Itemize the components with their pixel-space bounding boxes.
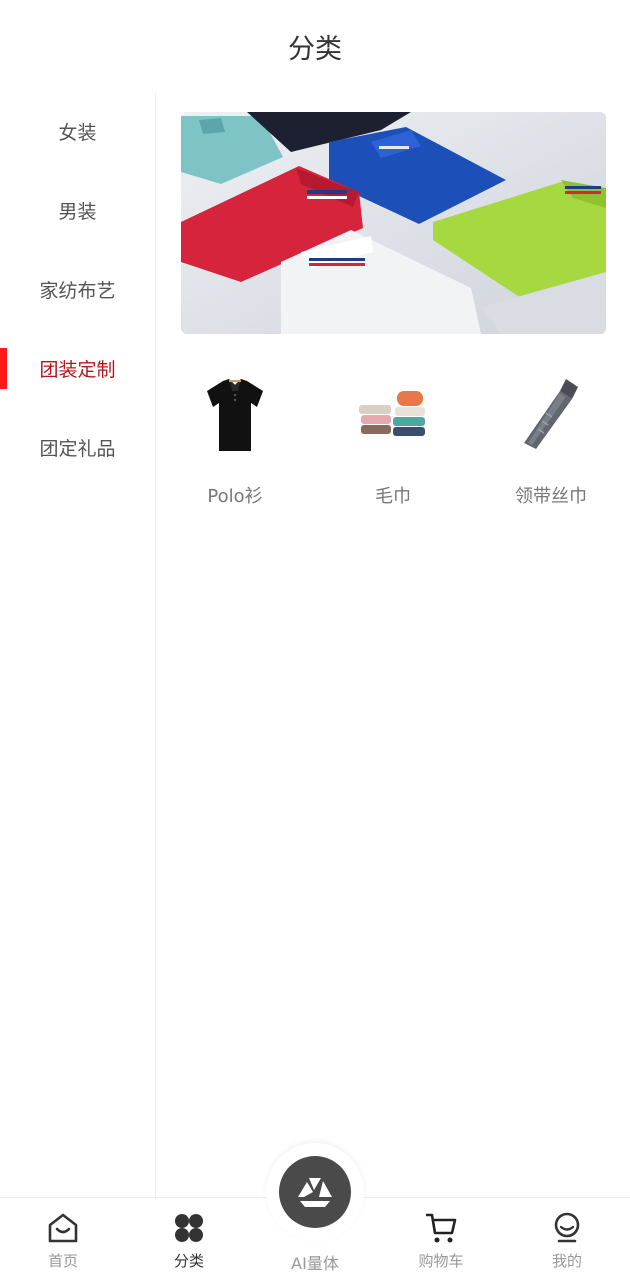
folded-polo-shirts-photo bbox=[181, 112, 606, 334]
sidebar-item-label: 团定礼品 bbox=[39, 438, 116, 460]
category-sidebar: 女装 男装 家纺布艺 团装定制 团定礼品 bbox=[0, 92, 156, 1198]
cart-icon bbox=[423, 1210, 459, 1246]
ai-measure-button[interactable] bbox=[266, 1143, 364, 1241]
subcategory-towels[interactable]: 毛巾 bbox=[314, 370, 472, 508]
polo-shirt-icon bbox=[195, 370, 275, 460]
tab-label: 购物车 bbox=[418, 1252, 464, 1270]
subcategory-ties[interactable]: 领带丝巾 bbox=[472, 370, 630, 508]
active-indicator bbox=[0, 348, 7, 389]
page-title: 分类 bbox=[288, 33, 342, 65]
tab-label: 首页 bbox=[47, 1252, 78, 1270]
tie-icon bbox=[511, 370, 591, 460]
sidebar-item-label: 男装 bbox=[58, 201, 97, 223]
subcategory-label: Polo衫 bbox=[207, 486, 263, 507]
sidebar-item-home-textiles[interactable]: 家纺布艺 bbox=[0, 250, 155, 329]
ai-measure-label: AI量体 bbox=[291, 1254, 339, 1273]
banner-image[interactable] bbox=[181, 112, 606, 334]
sidebar-item-group-gifts[interactable]: 团定礼品 bbox=[0, 408, 155, 487]
sidebar-item-label: 团装定制 bbox=[39, 359, 116, 381]
subcategory-grid: Polo衫 毛巾 领带丝巾 bbox=[156, 370, 630, 508]
subcategory-label: 毛巾 bbox=[375, 486, 411, 507]
tab-category[interactable]: 分类 bbox=[126, 1198, 252, 1280]
sidebar-item-group-custom[interactable]: 团装定制 bbox=[0, 329, 155, 408]
sidebar-item-label: 女装 bbox=[58, 122, 97, 144]
tab-home[interactable]: 首页 bbox=[0, 1198, 126, 1280]
subcategory-label: 领带丝巾 bbox=[515, 486, 587, 507]
subcategory-polo[interactable]: Polo衫 bbox=[156, 370, 314, 508]
sidebar-item-mens[interactable]: 男装 bbox=[0, 171, 155, 250]
tab-profile[interactable]: 我的 bbox=[504, 1198, 630, 1280]
sidebar-item-womens[interactable]: 女装 bbox=[0, 92, 155, 171]
tab-label: 分类 bbox=[173, 1252, 204, 1270]
category-grid-icon bbox=[171, 1210, 207, 1246]
towels-icon bbox=[353, 370, 433, 460]
top-header: 分类 bbox=[0, 0, 630, 92]
home-icon bbox=[45, 1210, 81, 1246]
sidebar-item-label: 家纺布艺 bbox=[39, 280, 116, 302]
profile-icon bbox=[549, 1210, 585, 1246]
tab-label: 我的 bbox=[551, 1252, 582, 1270]
ai-measure-icon bbox=[279, 1156, 351, 1228]
tab-cart[interactable]: 购物车 bbox=[378, 1198, 504, 1280]
